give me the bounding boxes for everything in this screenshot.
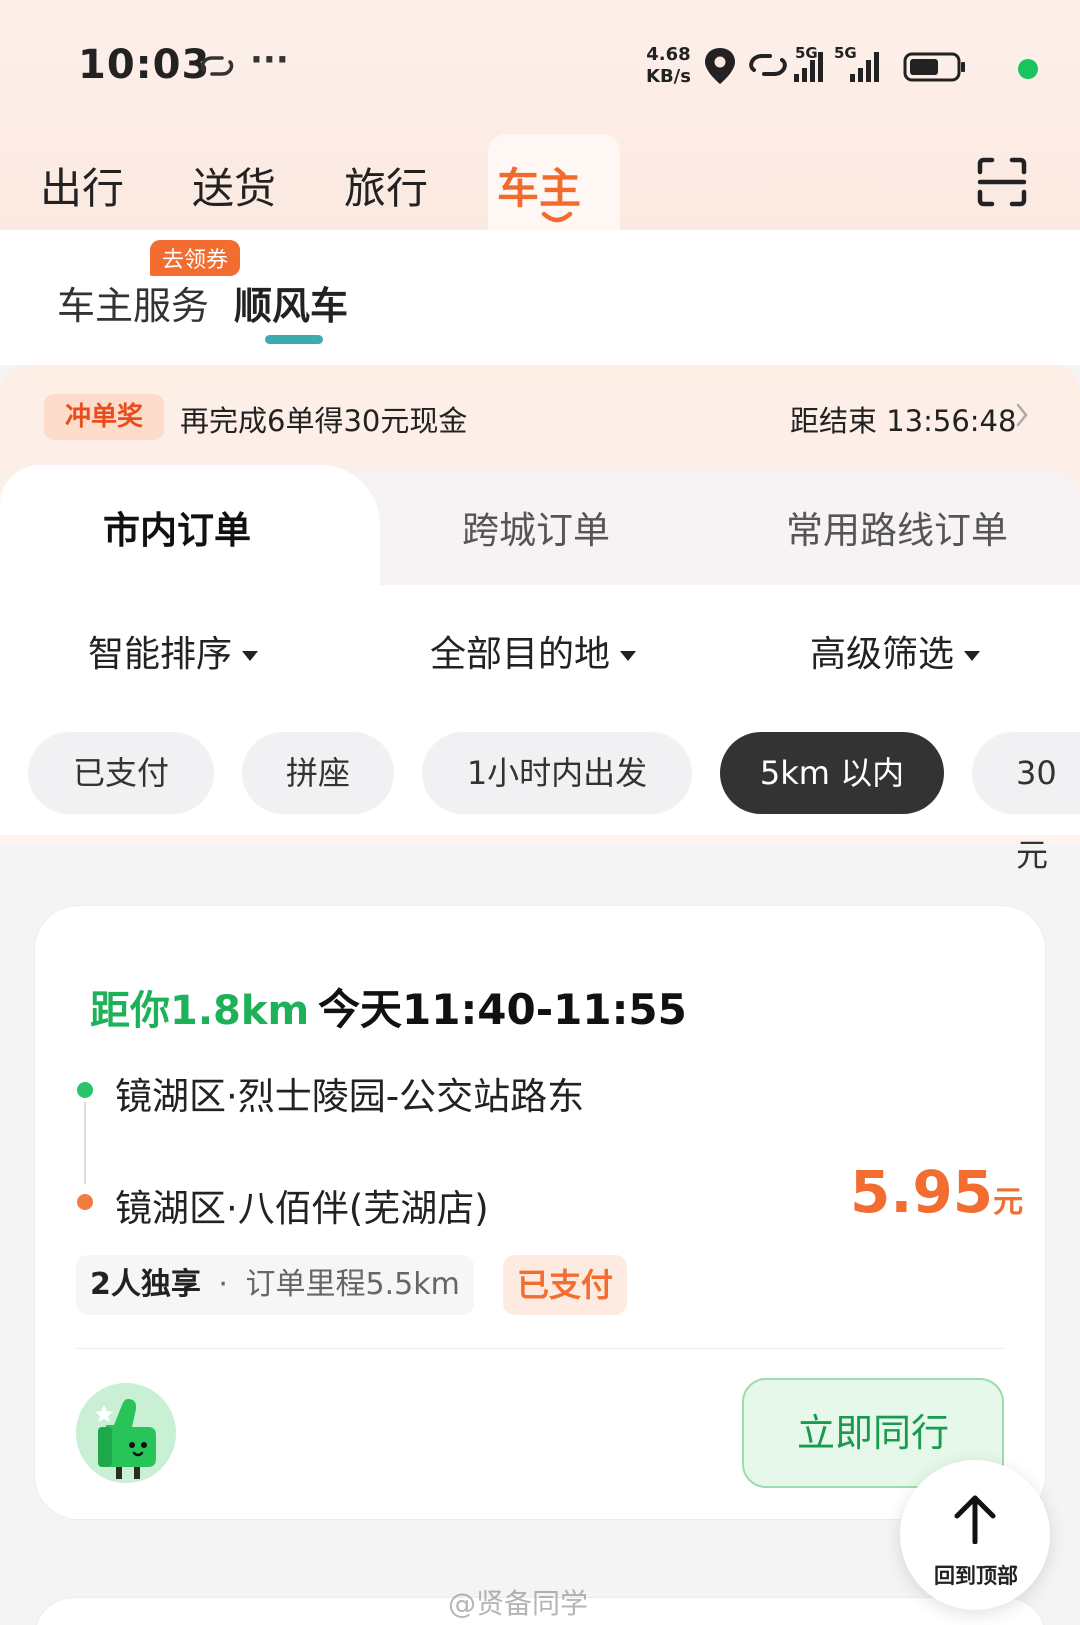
order-mileage: 订单里程5.5km — [245, 1267, 460, 1302]
order-meta: 2人独享 · 订单里程5.5km — [76, 1255, 474, 1315]
end-point-dot — [77, 1194, 93, 1210]
coupon-badge[interactable]: 去领券 — [150, 240, 241, 276]
order-time: 今天11:40-11:55 — [318, 985, 687, 1034]
thumbs-up-mascot-icon — [76, 1383, 176, 1483]
caret-down-icon — [620, 651, 637, 661]
order-end-location: 镜湖区·八佰伴(芜湖店) — [115, 1187, 489, 1230]
chip-shared-seat[interactable]: 拼座 — [242, 732, 394, 814]
svg-text:5G: 5G — [834, 44, 857, 62]
filter-smart-sort[interactable]: 智能排序 — [88, 625, 259, 677]
chip-30-yuan[interactable]: 30元 — [972, 732, 1080, 874]
status-icons: 5G 5G — [705, 44, 965, 84]
subtab-carpool[interactable]: 顺风车 — [234, 275, 348, 330]
smile-indicator-icon — [541, 211, 573, 223]
order-price: 5.95元 — [850, 1158, 1023, 1226]
tab-delivery[interactable]: 送货 — [192, 155, 276, 216]
filter-destination[interactable]: 全部目的地 — [430, 625, 637, 677]
tab-driver[interactable]: 车主 — [497, 155, 581, 216]
filter-destination-label: 全部目的地 — [430, 634, 611, 675]
order-start-location: 镜湖区·烈士陵园-公交站路东 — [115, 1075, 585, 1118]
chip-paid[interactable]: 已支付 — [28, 732, 214, 814]
caret-down-icon — [964, 651, 981, 661]
subtab-driver-service[interactable]: 车主服务 — [57, 275, 209, 330]
svg-text:5G: 5G — [795, 44, 818, 62]
signal-icon-1: 5G — [794, 44, 823, 82]
promo-tag: 冲单奖 — [44, 394, 164, 440]
more-dots: ··· — [250, 40, 289, 80]
filter-smart-sort-label: 智能排序 — [88, 634, 233, 675]
order-distance: 距你1.8km — [90, 988, 310, 1034]
order-price-unit: 元 — [993, 1185, 1024, 1220]
caret-down-icon — [242, 651, 259, 661]
chip-depart-within-hour[interactable]: 1小时内出发 — [422, 732, 692, 814]
link-icon-2 — [749, 54, 787, 76]
watermark: @贤备同学 — [448, 1587, 589, 1620]
chip-within-5km[interactable]: 5km 以内 — [720, 732, 944, 814]
subtab-active-indicator — [265, 335, 323, 344]
avatar[interactable] — [76, 1383, 176, 1483]
tab-intercity-orders[interactable]: 跨城订单 — [462, 500, 610, 554]
net-speed: 4.68 KB/s — [646, 44, 691, 88]
start-point-dot — [77, 1082, 93, 1098]
tab-common-route-orders[interactable]: 常用路线订单 — [786, 500, 1008, 554]
tab-travel[interactable]: 出行 — [40, 155, 124, 216]
battery-icon — [903, 52, 965, 82]
order-passengers: 2人独享 — [90, 1267, 201, 1302]
route-line — [84, 1102, 86, 1184]
filter-advanced[interactable]: 高级筛选 — [810, 625, 981, 677]
filter-advanced-label: 高级筛选 — [810, 634, 955, 675]
order-status-tag: 已支付 — [503, 1255, 628, 1315]
net-speed-unit: KB/s — [646, 66, 691, 87]
scan-icon[interactable] — [976, 156, 1028, 208]
card-divider — [76, 1348, 1004, 1349]
arrow-up-icon[interactable] — [951, 1492, 999, 1544]
tab-city-orders[interactable]: 市内订单 — [103, 500, 251, 554]
link-icon — [200, 56, 234, 76]
meta-separator: · — [218, 1267, 228, 1302]
privacy-indicator-dot — [1018, 59, 1038, 79]
status-time: 10:03 — [78, 42, 211, 88]
tab-trip[interactable]: 旅行 — [344, 155, 428, 216]
location-icon — [705, 48, 735, 84]
order-price-value: 5.95 — [850, 1158, 994, 1226]
back-to-top-label[interactable]: 回到顶部 — [924, 1560, 1028, 1590]
promo-text: 再完成6单得30元现金 — [180, 404, 468, 438]
chevron-right-icon[interactable] — [1015, 402, 1029, 428]
signal-icon-2: 5G — [834, 44, 879, 82]
net-speed-value: 4.68 — [646, 44, 691, 65]
promo-countdown[interactable]: 距结束 13:56:48 — [790, 398, 1016, 440]
